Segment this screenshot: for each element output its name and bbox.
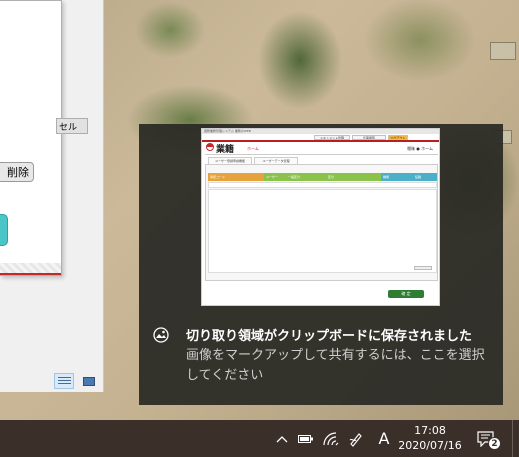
- background-dialog: [0, 0, 62, 276]
- notification-count-badge: 2: [488, 437, 501, 450]
- snip-preview-image[interactable]: 国際業務管理システム 業務のWEB ドキュメント管理 伝票閲覧 ログアウト 業籍…: [201, 128, 440, 306]
- delete-button[interactable]: 削除: [0, 162, 34, 182]
- clock-time: 17:08: [414, 424, 446, 437]
- input-method-button[interactable]: A: [374, 420, 394, 457]
- pen-workspace-button[interactable]: [347, 420, 365, 457]
- clipboard-toast-notification[interactable]: 国際業務管理システム 業務のWEB ドキュメント管理 伝票閲覧 ログアウト 業籍…: [139, 124, 503, 405]
- preview-panel: 承認コード ユーザー 一般区分 区分 種類 役職: [205, 164, 438, 281]
- snip-sketch-icon: [153, 327, 169, 343]
- background-app-window: セル 削除: [0, 0, 104, 392]
- show-hidden-icons-button[interactable]: [274, 420, 290, 457]
- delete-button-label: 削除: [7, 166, 29, 179]
- toast-body: 画像をマークアップして共有するには、ここを選択してください: [186, 348, 485, 383]
- preview-filter-row: [208, 182, 437, 188]
- network-button[interactable]: [322, 420, 340, 457]
- preview-column-header: 承認コード: [208, 173, 264, 181]
- preview-header-right: 曖昧 ● ホーム: [407, 146, 433, 151]
- preview-column-header: 役職: [413, 173, 437, 181]
- toast-title: 切り取り領域がクリップボードに保存されました: [186, 329, 473, 344]
- preview-column-header: 一般区分: [286, 173, 326, 181]
- preview-confirm-button: 確 定: [388, 290, 424, 298]
- preview-logo: [206, 143, 214, 151]
- preview-column-header: 区分: [326, 173, 381, 181]
- taskbar-clock[interactable]: 17:08 2020/07/16: [396, 423, 464, 453]
- clock-date: 2020/07/16: [398, 439, 462, 452]
- large-icons-view-icon[interactable]: [78, 373, 98, 389]
- preview-window-title: 国際業務管理システム 業務のWEB: [204, 129, 251, 133]
- preview-tab: ユーザー登録申請機能: [208, 157, 252, 164]
- preview-red-line: [202, 140, 439, 142]
- cancel-button-label: セル: [59, 122, 78, 133]
- preview-tab: ユーザーデータ管理: [254, 157, 298, 164]
- battery-icon: [298, 434, 313, 443]
- details-view-icon[interactable]: [54, 373, 74, 389]
- preview-column-header: ユーザー: [264, 173, 286, 181]
- preview-divider: [205, 154, 438, 155]
- wifi-icon: [323, 431, 339, 445]
- pen-icon: [349, 432, 362, 447]
- preview-table-header: 承認コード ユーザー 一般区分 区分 種類 役職: [208, 173, 437, 181]
- preview-data-grid: [208, 189, 437, 273]
- ime-indicator: A: [378, 429, 390, 448]
- teal-action-button[interactable]: [0, 214, 8, 246]
- wallpaper-hut: [490, 42, 516, 60]
- preview-home-link: ホーム: [247, 146, 259, 151]
- show-desktop-button[interactable]: [512, 420, 513, 457]
- chevron-up-icon: [276, 435, 288, 442]
- cancel-button[interactable]: セル: [56, 118, 88, 134]
- preview-footer-button: [414, 266, 432, 270]
- preview-column-header: 種類: [381, 173, 413, 181]
- view-switcher: [54, 373, 98, 389]
- battery-button[interactable]: [297, 420, 315, 457]
- dialog-bottom-strip: [0, 263, 61, 275]
